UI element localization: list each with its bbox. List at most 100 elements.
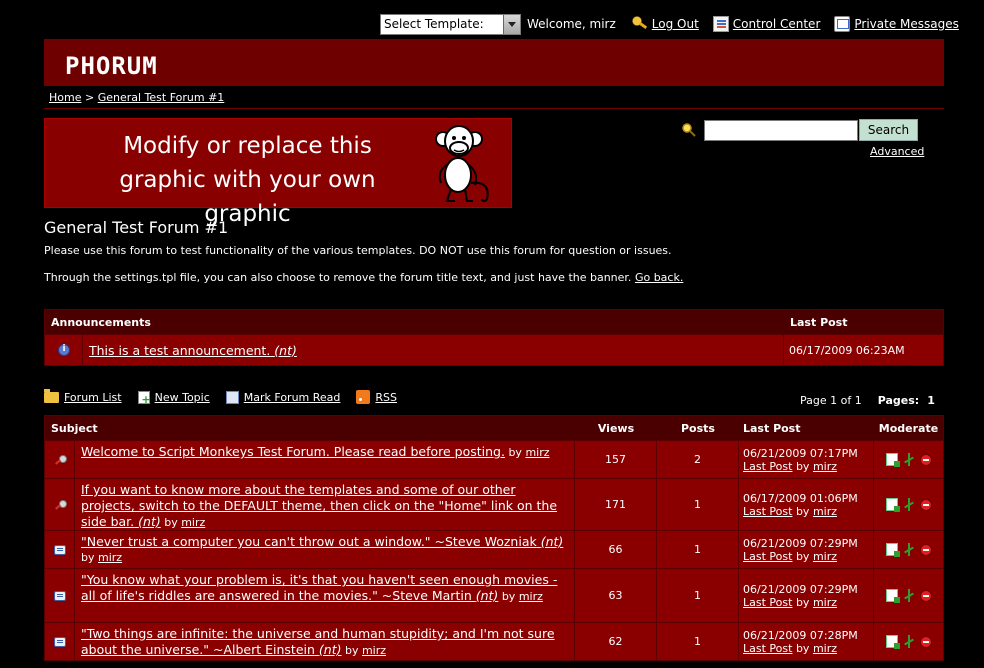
rss-icon <box>356 390 371 404</box>
merge-topic-icon[interactable] <box>903 498 915 511</box>
move-topic-icon[interactable] <box>885 543 900 557</box>
private-messages-link[interactable]: Private Messages <box>834 16 959 32</box>
announcement-row: This is a test announcement. (nt) 06/17/… <box>45 334 943 366</box>
row-views: 62 <box>575 623 657 660</box>
breadcrumb-home[interactable]: Home <box>49 91 81 104</box>
delete-icon[interactable] <box>919 589 932 602</box>
topic-title[interactable]: "Two things are infinite: the universe a… <box>81 626 555 657</box>
key-icon <box>631 16 648 32</box>
forum-list-link[interactable]: Forum List <box>44 388 122 404</box>
by-label: by <box>795 549 810 563</box>
move-topic-icon[interactable] <box>885 589 900 603</box>
template-select[interactable]: Select Template: <box>380 13 521 35</box>
private-messages-label[interactable]: Private Messages <box>854 17 959 31</box>
row-views: 157 <box>575 441 657 478</box>
rss-label[interactable]: RSS <box>375 391 397 404</box>
breadcrumb-forum[interactable]: General Test Forum #1 <box>98 91 225 104</box>
forum-note: Through the settings.tpl file, you can a… <box>44 271 683 284</box>
merge-topic-icon[interactable] <box>903 543 915 556</box>
topic-title[interactable]: "Never trust a computer you can't throw … <box>81 534 537 549</box>
by-label: by <box>795 641 810 655</box>
header-subject: Subject <box>51 421 98 435</box>
author-link[interactable]: mirz <box>181 516 205 529</box>
new-topic-label[interactable]: New Topic <box>155 391 210 404</box>
delete-icon[interactable] <box>919 635 932 648</box>
forum-list-label[interactable]: Forum List <box>64 391 122 404</box>
announcement-title[interactable]: This is a test announcement. <box>89 343 270 358</box>
delete-icon[interactable] <box>919 453 932 466</box>
row-icon-cell <box>45 531 75 568</box>
topic-link[interactable]: "Never trust a computer you can't throw … <box>81 534 563 549</box>
last-post-link[interactable]: Last Post <box>743 596 792 609</box>
announcements-header-label: Announcements <box>51 316 151 329</box>
last-author-link[interactable]: mirz <box>813 642 837 655</box>
advanced-search-link[interactable]: Advanced <box>870 145 924 158</box>
chevron-down-icon[interactable] <box>503 14 520 34</box>
merge-topic-icon[interactable] <box>903 635 915 648</box>
announcement-link[interactable]: This is a test announcement. (nt) <box>89 343 297 358</box>
move-topic-icon[interactable] <box>885 635 900 649</box>
merge-topic-icon[interactable] <box>903 589 915 602</box>
last-post-link[interactable]: Last Post <box>743 460 792 473</box>
rss-link[interactable]: RSS <box>356 390 397 404</box>
last-author-link[interactable]: mirz <box>813 550 837 563</box>
new-topic-link[interactable]: New Topic <box>137 390 210 406</box>
row-posts: 1 <box>657 531 739 568</box>
last-post-date: 06/17/2009 01:06PM <box>743 491 858 505</box>
by-label: by <box>344 644 359 657</box>
header-moderate: Moderate <box>878 421 939 435</box>
topic-link[interactable]: If you want to know more about the templ… <box>81 482 557 529</box>
row-icon-cell <box>45 569 75 622</box>
merge-topic-icon[interactable] <box>903 453 915 466</box>
forum-title: General Test Forum #1 <box>44 218 229 237</box>
topic-link[interactable]: Welcome to Script Monkeys Test Forum. Pl… <box>81 444 505 459</box>
go-back-link[interactable]: Go back. <box>635 271 683 284</box>
mark-read-label[interactable]: Mark Forum Read <box>244 391 341 404</box>
row-views: 63 <box>575 569 657 622</box>
message-list: Subject Views Posts Last Post Moderate W… <box>44 415 944 661</box>
header-last-post: Last Post <box>743 421 801 435</box>
search-button[interactable]: Search <box>859 119 918 141</box>
table-row: "You know what your problem is, it's tha… <box>45 568 943 622</box>
search-icon <box>681 122 697 138</box>
private-messages-icon <box>834 16 851 32</box>
delete-icon[interactable] <box>919 498 932 511</box>
message-list-header: Subject Views Posts Last Post Moderate <box>45 416 943 440</box>
row-subject: "Two things are infinite: the universe a… <box>75 623 575 660</box>
last-author-link[interactable]: mirz <box>813 460 837 473</box>
last-author-link[interactable]: mirz <box>813 596 837 609</box>
last-post-link[interactable]: Last Post <box>743 505 792 518</box>
control-center-link[interactable]: Control Center <box>712 16 821 32</box>
page-number: 1 <box>927 394 935 407</box>
delete-icon[interactable] <box>919 543 932 556</box>
author-link[interactable]: mirz <box>98 551 122 564</box>
logout-label[interactable]: Log Out <box>652 17 699 31</box>
site-logo[interactable]: PHORUM <box>65 52 158 80</box>
mark-read-icon <box>225 390 239 404</box>
author-link[interactable]: mirz <box>519 590 543 603</box>
author-link[interactable]: mirz <box>525 446 549 459</box>
move-topic-icon[interactable] <box>885 453 900 467</box>
message-icon <box>53 590 66 601</box>
last-post-link[interactable]: Last Post <box>743 550 792 563</box>
table-row: "Never trust a computer you can't throw … <box>45 530 943 568</box>
row-icon-cell <box>45 479 75 530</box>
topic-link[interactable]: "You know what your problem is, it's tha… <box>81 572 557 603</box>
announcements-table: Announcements Last Post This is a test a… <box>44 309 944 366</box>
author-link[interactable]: mirz <box>362 644 386 657</box>
control-center-label[interactable]: Control Center <box>733 17 821 31</box>
mark-read-link[interactable]: Mark Forum Read <box>225 390 341 404</box>
banner-line-1: Modify or replace this <box>123 133 372 159</box>
move-topic-icon[interactable] <box>885 498 900 512</box>
last-author-link[interactable]: mirz <box>813 505 837 518</box>
logout-link[interactable]: Log Out <box>631 16 699 32</box>
breadcrumb-divider <box>44 108 944 109</box>
forum-description: Please use this forum to test functional… <box>44 244 672 257</box>
welcome-text: Welcome, mirz <box>527 17 616 31</box>
topic-link[interactable]: "Two things are infinite: the universe a… <box>81 626 555 657</box>
search-input[interactable] <box>704 120 858 141</box>
last-post-link[interactable]: Last Post <box>743 642 792 655</box>
by-label: by <box>508 446 522 459</box>
row-moderate <box>874 531 943 568</box>
announcements-last-post-header: Last Post <box>790 316 848 329</box>
